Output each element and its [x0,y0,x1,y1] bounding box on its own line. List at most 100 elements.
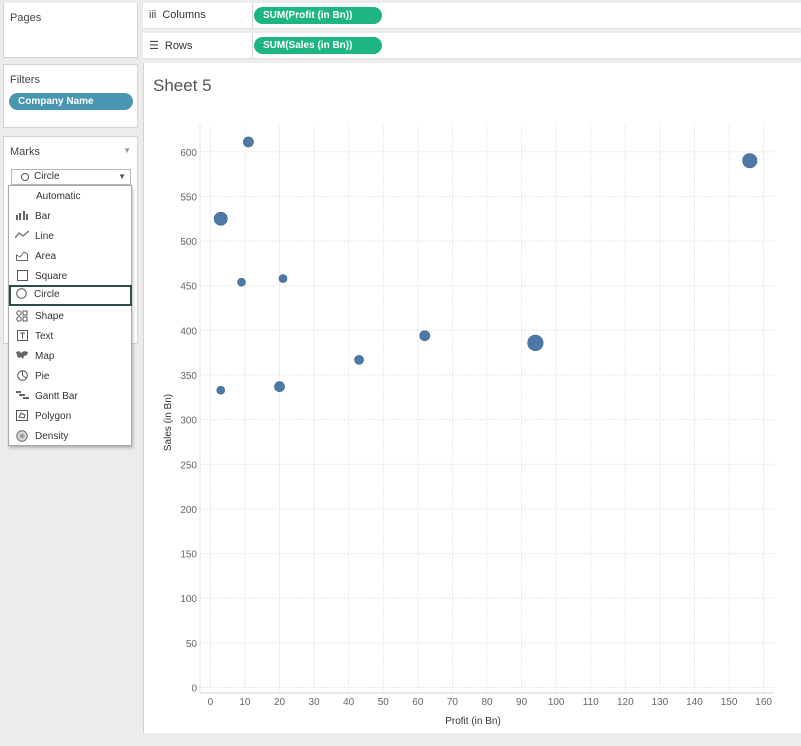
option-label: Pie [35,371,50,382]
x-tick-label: 120 [617,697,634,708]
rows-shelf[interactable]: ☰ Rows SUM(Sales (in Bn)) [143,33,801,59]
scatter-point[interactable] [237,277,246,287]
mark-type-option-pie[interactable]: Pie [10,367,130,386]
x-tick-label: 150 [721,697,738,708]
area-icon [15,250,29,263]
y-tick-label: 550 [180,192,197,203]
pages-title: Pages [10,12,42,24]
density-icon [15,430,29,443]
option-label: Density [35,431,69,442]
shelf-divider [252,3,253,29]
mark-type-menu[interactable]: Automatic Bar Line Area Square Circle Sh… [8,185,132,446]
mark-type-option-polygon[interactable]: Polygon [10,407,130,426]
filters-title: Filters [10,74,40,86]
x-axis-title: Profit (in Bn) [445,716,501,727]
option-label: Line [35,231,54,242]
mark-type-option-text[interactable]: Text [10,327,130,346]
shelf-divider [252,33,253,59]
line-icon [14,230,30,243]
option-label: Circle [34,289,60,300]
y-tick-label: 0 [191,684,197,695]
columns-shelf-label: iii Columns [149,9,206,21]
marks-menu-caret-icon[interactable]: ▼ [123,146,131,155]
pie-icon [15,370,29,383]
y-tick-label: 450 [180,282,197,293]
mark-type-option-map[interactable]: Map [10,347,130,366]
y-tick-label: 300 [180,416,197,427]
chevron-down-icon: ▼ [118,172,126,181]
y-tick-label: 500 [180,237,197,248]
y-axis-title: Sales (in Bn) [163,394,174,451]
scatter-point[interactable] [419,330,431,342]
mark-type-option-gantt-bar[interactable]: Gantt Bar [10,387,130,406]
y-tick-label: 600 [180,148,197,159]
x-tick-label: 140 [686,697,703,708]
option-label: Automatic [36,191,81,202]
x-tick-label: 90 [516,697,528,708]
text-icon [15,330,29,343]
filters-card[interactable]: Filters Company Name [3,64,138,128]
scatter-point[interactable] [742,153,758,169]
marks-title: Marks [10,146,40,158]
mark-type-option-shape[interactable]: Shape [10,307,130,326]
shape-icon [15,310,29,323]
x-tick-label: 0 [208,697,214,708]
x-tick-label: 70 [447,697,459,708]
option-label: Shape [35,311,64,322]
y-tick-label: 50 [186,639,198,650]
mark-type-selected-label: Circle [34,171,60,182]
mark-type-option-bar[interactable]: Bar [10,207,130,226]
mark-type-option-line[interactable]: Line [10,227,130,246]
rows-shelf-label: ☰ Rows [149,40,193,52]
option-label: Square [35,271,68,282]
x-tick-label: 160 [755,697,772,708]
polygon-icon [15,410,29,423]
scatter-point[interactable] [354,354,364,365]
scatter-point[interactable] [216,385,226,395]
square-icon [15,270,29,283]
circle-icon [21,173,29,181]
y-tick-label: 250 [180,460,197,471]
columns-shelf[interactable]: iii Columns SUM(Profit (in Bn)) [143,3,801,29]
scatter-point[interactable] [213,211,228,226]
filter-pill-company-name[interactable]: Company Name [9,93,133,110]
bar-icon [15,210,29,223]
scatter-point[interactable] [243,136,254,148]
scatter-point[interactable] [527,334,544,351]
x-tick-label: 50 [378,697,390,708]
option-label: Text [35,331,54,342]
mark-type-option-square[interactable]: Square [10,267,130,286]
option-label: Area [35,251,57,262]
option-label: Gantt Bar [35,391,78,402]
option-label: Bar [35,211,51,222]
x-tick-label: 110 [583,697,599,708]
scatter-point[interactable] [278,274,288,283]
pages-card[interactable]: Pages [3,3,138,58]
y-tick-label: 100 [180,594,197,605]
columns-pill-profit[interactable]: SUM(Profit (in Bn)) [254,7,382,24]
option-label: Map [35,351,55,362]
x-tick-label: 80 [481,697,493,708]
x-tick-label: 100 [548,697,565,708]
rows-pill-sales[interactable]: SUM(Sales (in Bn)) [254,37,382,54]
scatter-plot[interactable]: 0 10 20 30 40 50 60 70 80 90 100 110 120 130 140 150 160… [144,63,801,733]
scatter-point[interactable] [274,381,285,393]
worksheet-view[interactable]: Sheet 5 0 10 20 30 40 50 60 70 80 90 100 110 120 130 1… [143,63,801,733]
x-tick-label: 130 [652,697,669,708]
x-tick-label: 60 [412,697,424,708]
y-tick-label: 150 [180,550,197,561]
mark-type-option-density[interactable]: Density [10,427,130,446]
option-label: Polygon [35,411,72,422]
mark-type-dropdown[interactable]: Circle ▼ [11,169,131,185]
circle-icon [14,288,28,301]
rows-icon: ☰ [149,40,159,52]
y-tick-label: 400 [180,326,197,337]
mark-type-option-automatic[interactable]: Automatic [10,187,130,206]
x-tick-label: 40 [343,697,355,708]
y-tick-label: 350 [180,371,197,382]
columns-icon: iii [149,9,157,21]
gantt-bar-icon [15,390,29,403]
mark-type-option-circle[interactable]: Circle [9,285,132,306]
map-icon [15,350,29,363]
mark-type-option-area[interactable]: Area [10,247,130,266]
